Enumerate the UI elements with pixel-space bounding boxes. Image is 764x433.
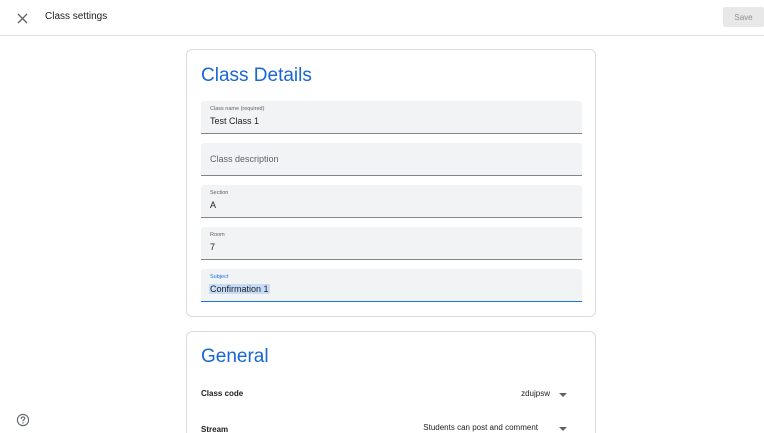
class-name-value: Test Class 1 [210, 116, 260, 126]
section-label: Section [210, 190, 229, 196]
arrow-drop-down-icon [559, 426, 567, 431]
save-button[interactable]: Save [723, 7, 764, 27]
section-value: A [210, 200, 217, 210]
class-code-label: Class code [201, 389, 244, 398]
subject-value: Confirmation 1 [209, 284, 270, 294]
class-code-menu-button[interactable] [558, 390, 568, 400]
class-details-heading: Class Details [201, 65, 312, 86]
room-field[interactable]: Room 7 [201, 227, 582, 260]
page-title: Class settings [45, 11, 108, 22]
stream-value: Students can post and comment [423, 423, 538, 432]
help-button[interactable] [16, 413, 30, 427]
stream-row: Stream Students can post and comment [201, 421, 582, 433]
class-code-row: Class code zdujpsw [201, 387, 582, 401]
section-field[interactable]: Section A [201, 185, 582, 218]
general-heading: General [201, 346, 269, 367]
subject-label: Subject [210, 274, 229, 280]
close-button[interactable] [12, 8, 32, 28]
class-description-placeholder: Class description [210, 154, 279, 164]
class-name-label: Class name (required) [210, 106, 265, 112]
stream-dropdown-button[interactable] [558, 424, 568, 433]
arrow-drop-down-icon [559, 392, 567, 397]
help-outline-icon [16, 413, 30, 427]
class-name-field[interactable]: Class name (required) Test Class 1 [201, 101, 582, 134]
top-app-bar: Class settings Save [0, 0, 764, 36]
class-details-card: Class Details Class name (required) Test… [186, 49, 596, 317]
class-description-field[interactable]: Class description [201, 143, 582, 176]
general-card: General Class code zdujpsw Stream Studen… [186, 331, 596, 433]
stream-label: Stream [201, 425, 229, 433]
subject-field[interactable]: Subject Confirmation 1 [201, 269, 582, 302]
room-value: 7 [210, 242, 216, 252]
close-icon [17, 13, 27, 23]
class-code-value: zdujpsw [521, 389, 550, 398]
room-label: Room [210, 232, 225, 238]
